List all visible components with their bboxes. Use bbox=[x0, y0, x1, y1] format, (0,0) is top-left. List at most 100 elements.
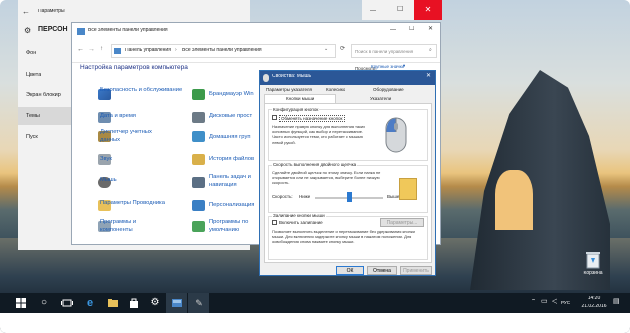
cp-item-sound[interactable]: Звук bbox=[100, 156, 112, 163]
cp-item-credentials[interactable]: Диспетчер учетных данных bbox=[100, 129, 170, 144]
cp-item-explorer-options[interactable]: Параметры Проводника bbox=[100, 200, 165, 207]
cp-item-programs[interactable]: Программы и компоненты bbox=[100, 219, 170, 234]
cp-item-credentials-label: Диспетчер учетных данных bbox=[100, 129, 152, 143]
test-folder-icon[interactable] bbox=[399, 178, 417, 200]
task-view-icon[interactable] bbox=[60, 296, 74, 310]
cp-close-button[interactable]: ✕ bbox=[428, 26, 433, 33]
settings-sidebar: Фон Цвета Экран блокир Темы Пуск bbox=[18, 42, 74, 250]
search-icon[interactable]: ⌕ bbox=[429, 48, 432, 54]
apply-button[interactable]: Применить bbox=[400, 266, 432, 275]
cp-address-dropdown-icon[interactable]: ⌄ bbox=[324, 47, 328, 53]
cp-item-security[interactable]: Безопасность и обслуживание bbox=[100, 87, 185, 95]
tray-language[interactable]: РУС bbox=[561, 300, 570, 305]
cp-breadcrumb-1[interactable]: Панель управления bbox=[125, 48, 171, 54]
storage-spaces-icon bbox=[192, 112, 205, 123]
click-lock-label[interactable]: Включить залипание bbox=[279, 220, 323, 225]
cp-item-file-history[interactable]: История файлов bbox=[209, 156, 259, 163]
cp-back-icon[interactable]: ← bbox=[77, 46, 84, 54]
cp-item-storage[interactable]: Дисковые прост bbox=[209, 113, 259, 120]
screen: Корзина ← Параметры ПЕРСОН ⚙ Фон Цвета Э… bbox=[0, 0, 630, 333]
cp-item-firewall[interactable]: Брандмауэр Win bbox=[209, 91, 259, 98]
cp-item-taskbar[interactable]: Панель задач и навигация bbox=[209, 174, 259, 189]
tab-pointers[interactable]: Указатели bbox=[370, 96, 391, 101]
dialog-mouse-icon bbox=[263, 74, 269, 82]
cp-maximize-button[interactable]: ☐ bbox=[409, 26, 414, 33]
tab-buttons[interactable]: Кнопки мыши bbox=[286, 96, 314, 101]
cp-minimize-button[interactable]: — bbox=[390, 27, 396, 34]
cp-title: Все элементы панели управления bbox=[88, 28, 168, 33]
cp-refresh-icon[interactable]: ⟳ bbox=[340, 46, 345, 53]
settings-minimize-button[interactable]: — bbox=[370, 8, 376, 15]
cp-address-field[interactable]: Панель управления › Все элементы панели … bbox=[111, 44, 336, 58]
taskbar: ○ e ⚙ ✎ ⌃ ▭ ◁ РУС 14:20 21.02.2016 ▤ bbox=[0, 293, 630, 313]
default-programs-icon bbox=[192, 221, 205, 232]
settings-gear-icon[interactable]: ⚙ bbox=[148, 296, 162, 310]
cp-breadcrumb-sep: › bbox=[175, 48, 177, 53]
settings-nav-colors[interactable]: Цвета bbox=[26, 72, 41, 78]
dialog-title: Свойства: Мышь bbox=[272, 74, 312, 79]
mouse-properties-dialog: Свойства: Мышь ✕ Параметры указателя Кол… bbox=[259, 70, 436, 276]
start-windows-icon[interactable] bbox=[14, 296, 28, 310]
tab-wheel[interactable]: Колесико bbox=[326, 87, 345, 92]
click-lock-desc: Позволяет выполнять выделение и перетаск… bbox=[272, 229, 415, 245]
recycle-bin-icon[interactable] bbox=[583, 249, 603, 271]
click-lock-settings-button[interactable]: Параметры... bbox=[380, 218, 424, 227]
cp-view-dropdown-icon[interactable]: ▾ bbox=[403, 63, 405, 68]
cp-forward-icon[interactable]: → bbox=[88, 46, 95, 54]
store-bag-icon[interactable] bbox=[127, 296, 141, 310]
tray-volume-icon[interactable]: ◁ bbox=[552, 298, 557, 306]
settings-title: Параметры bbox=[38, 9, 65, 14]
wallpaper-arch bbox=[495, 170, 533, 230]
cp-item-homegroup[interactable]: Домашняя груп bbox=[209, 134, 259, 141]
tab-hardware[interactable]: Оборудование bbox=[373, 87, 404, 92]
firewall-icon bbox=[192, 89, 205, 100]
ok-button[interactable]: ОК bbox=[336, 266, 364, 275]
settings-nav-lockscreen[interactable]: Экран блокир bbox=[26, 92, 61, 98]
button-config-desc: Назначение правую кнопку для выполнения … bbox=[272, 124, 366, 145]
speed-slider-thumb[interactable] bbox=[346, 192, 352, 202]
cp-item-mouse[interactable]: Мышь bbox=[100, 177, 117, 184]
cancel-button[interactable]: Отмена bbox=[367, 266, 397, 275]
mouse-illustration-icon bbox=[385, 117, 407, 153]
cp-item-default-programs[interactable]: Программы по умолчанию bbox=[209, 219, 259, 234]
recycle-bin-label: Корзина bbox=[583, 271, 603, 276]
cp-item-programs-label: Программы и компоненты bbox=[100, 219, 137, 233]
settings-nav-start[interactable]: Пуск bbox=[26, 134, 38, 140]
button-config-title: Конфигурация кнопок bbox=[272, 107, 320, 113]
cp-heading: Настройка параметров компьютера bbox=[80, 64, 188, 71]
notifications-icon[interactable]: ▤ bbox=[613, 298, 620, 306]
edge-browser-icon[interactable]: e bbox=[83, 296, 97, 310]
mouse-taskbar-icon[interactable]: ✎ bbox=[192, 296, 206, 310]
cp-titlebar: Все элементы панели управления — ☐ ✕ bbox=[72, 23, 440, 41]
settings-nav-themes[interactable]: Темы bbox=[26, 113, 40, 119]
cp-search-field[interactable]: Поиск в панели управления ⌕ bbox=[351, 44, 437, 58]
tray-network-icon[interactable]: ▭ bbox=[541, 298, 548, 306]
cp-breadcrumb-2[interactable]: Все элементы панели управления bbox=[182, 48, 262, 54]
homegroup-icon bbox=[192, 131, 205, 142]
search-circle-icon[interactable]: ○ bbox=[37, 296, 51, 310]
tray-up-arrow-icon[interactable]: ⌃ bbox=[531, 299, 536, 306]
control-panel-taskbar-icon[interactable] bbox=[170, 296, 184, 310]
tab-pointer-options[interactable]: Параметры указателя bbox=[266, 87, 312, 92]
settings-maximize-button[interactable]: ☐ bbox=[397, 6, 403, 14]
cp-item-personalization[interactable]: Персонализация bbox=[209, 202, 259, 209]
click-lock-checkbox[interactable] bbox=[272, 220, 277, 225]
cp-view-dropdown[interactable]: Крупные значки bbox=[371, 64, 404, 69]
cp-window-icon bbox=[77, 28, 85, 35]
file-history-icon bbox=[192, 154, 205, 165]
file-explorer-icon[interactable] bbox=[106, 296, 120, 310]
swap-buttons-label[interactable]: Обменять назначение кнопок bbox=[279, 115, 345, 123]
back-arrow-icon[interactable]: ← bbox=[22, 7, 30, 16]
tray-date[interactable]: 21.02.2016 bbox=[578, 304, 610, 310]
double-click-title: Скорость выполнения двойного щелчка bbox=[272, 162, 358, 168]
personalization-icon bbox=[192, 200, 205, 211]
cp-up-icon[interactable]: ↑ bbox=[100, 46, 103, 53]
tray-time[interactable]: 14:20 bbox=[581, 296, 607, 302]
settings-nav-fon[interactable]: Фон bbox=[26, 50, 36, 56]
click-lock-title: Залипание кнопки мыши bbox=[272, 213, 326, 219]
bottom-margin bbox=[0, 313, 630, 333]
dialog-close-button[interactable]: ✕ bbox=[426, 73, 431, 80]
cp-item-datetime[interactable]: Дата и время bbox=[100, 113, 136, 120]
settings-close-button[interactable]: ✕ bbox=[414, 0, 442, 20]
swap-buttons-checkbox[interactable] bbox=[272, 115, 277, 120]
